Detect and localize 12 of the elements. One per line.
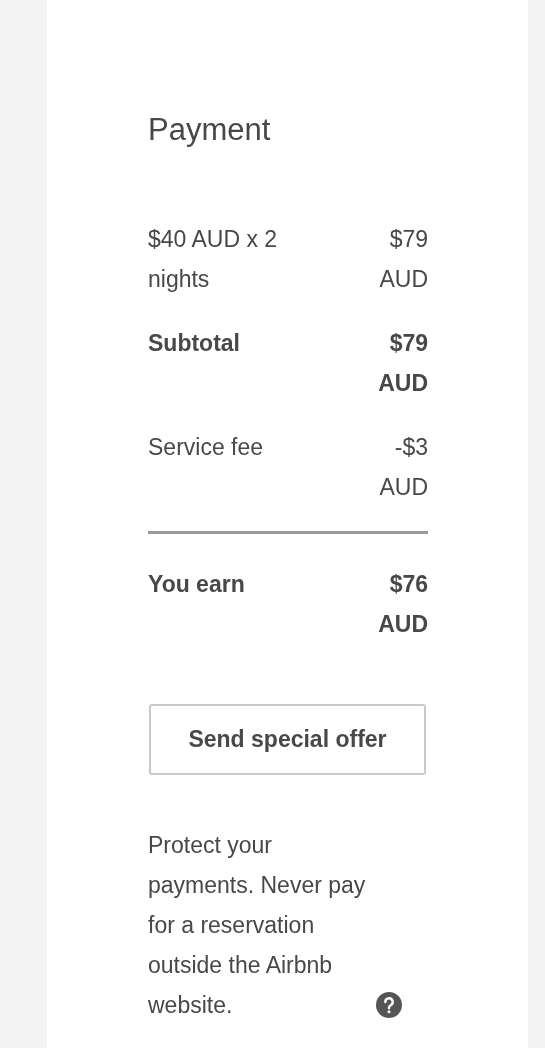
line-amount: $79 AUD (377, 329, 428, 398)
line-label: You earn (148, 570, 246, 599)
line-label: $40 AUD x 2 nights (148, 225, 279, 294)
line-amount: -$3 AUD (378, 433, 428, 502)
notice-text: Protect your payments. Never pay for a reservation outside the Airbnb website. (148, 831, 367, 1020)
line-amount: $79 AUD (378, 225, 428, 294)
line-label: Service fee (148, 433, 265, 462)
line-amount: $76 AUD (377, 570, 428, 639)
section-title: Payment (148, 111, 272, 149)
line-label: Subtotal (148, 329, 241, 358)
help-icon[interactable] (376, 992, 402, 1018)
send-offer-button[interactable]: Send special offer (149, 704, 426, 775)
